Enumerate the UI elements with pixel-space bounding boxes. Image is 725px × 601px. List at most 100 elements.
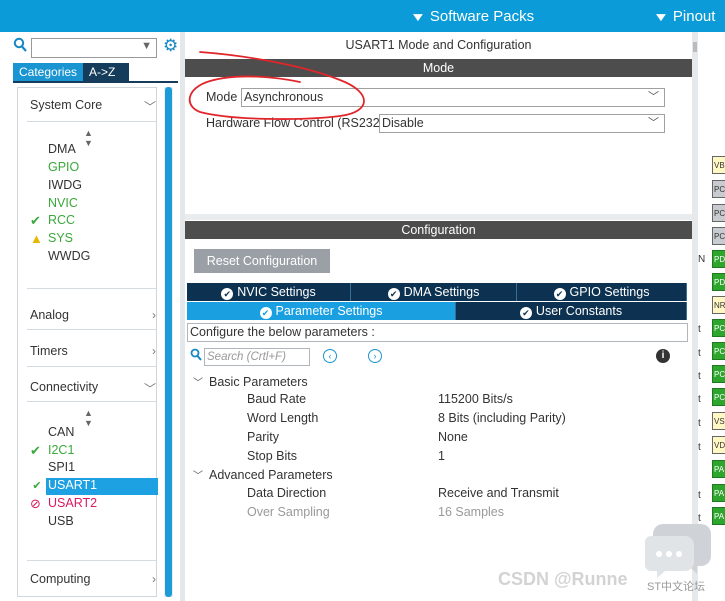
next-result-icon[interactable]: › — [368, 349, 382, 363]
pin[interactable]: PD — [712, 273, 725, 291]
pin[interactable]: PD — [712, 250, 725, 268]
hw-flow-select-value: Disable — [382, 116, 424, 130]
list-item-usb[interactable]: USB — [48, 514, 74, 531]
check-circle-icon: ✔ — [387, 288, 400, 300]
disabled-icon: ⊘ — [30, 496, 41, 511]
search-icon — [190, 348, 202, 365]
param-value[interactable]: Receive and Transmit — [438, 486, 559, 500]
tab-parameter-settings[interactable]: ✔ Parameter Settings — [187, 302, 456, 320]
category-timers[interactable]: Timers › — [30, 344, 156, 362]
pin[interactable]: PC — [712, 180, 725, 198]
category-computing[interactable]: Computing › — [30, 572, 156, 590]
list-item-rcc[interactable]: ✔ RCC — [30, 213, 75, 230]
info-icon[interactable]: i — [656, 349, 670, 363]
chevron-down-icon: ﹀ — [193, 378, 203, 389]
divider — [27, 366, 157, 367]
software-packs-menu[interactable]: ▼ Software Packs — [410, 8, 535, 25]
scrollbar-thumb[interactable] — [693, 42, 697, 52]
list-item-spi1[interactable]: SPI1 — [48, 460, 75, 477]
chevron-right-icon: › — [152, 308, 156, 322]
pin-label-fragment: t — [698, 348, 701, 359]
category-system-core[interactable]: System Core ﹀ — [30, 98, 156, 116]
sort-icon[interactable]: ▲ ▼ — [84, 408, 93, 428]
pin[interactable]: PC — [712, 204, 725, 222]
list-item-iwdg[interactable]: IWDG — [48, 178, 82, 195]
param-label: Baud Rate — [247, 392, 307, 406]
sidebar-search-row: ▼ ⚙ — [13, 36, 178, 58]
list-item-dma[interactable]: DMA — [48, 142, 76, 159]
pin[interactable]: PC — [712, 365, 725, 383]
mode-select[interactable]: Asynchronous ﹀ — [241, 88, 665, 107]
configure-description: Configure the below parameters : — [187, 323, 688, 342]
pin[interactable]: PC — [712, 388, 725, 406]
parameter-search-input[interactable]: Search (Crtl+F) — [204, 348, 310, 366]
check-icon: ✔ — [30, 443, 41, 458]
check-circle-icon: ✔ — [259, 307, 272, 319]
list-item-i2c1[interactable]: ✔ I2C1 — [30, 443, 74, 460]
param-value[interactable]: None — [438, 430, 468, 444]
pin[interactable]: NR — [712, 296, 725, 314]
list-item-usart1[interactable]: ✔ USART1 — [30, 478, 158, 495]
divider — [27, 121, 157, 122]
left-panel: ▼ ⚙ Categories A->Z System Core ﹀ ▲ ▼ DMA… — [0, 32, 180, 601]
tab-gpio-settings[interactable]: ✔ GPIO Settings — [517, 283, 687, 301]
tab-user-constants[interactable]: ✔ User Constants — [456, 302, 687, 320]
pin[interactable]: PA — [712, 484, 725, 502]
advanced-parameters-group[interactable]: ﹀ Advanced Parameters — [193, 467, 333, 482]
warning-icon: ▲ — [30, 231, 43, 246]
gear-icon[interactable]: ⚙ — [163, 36, 178, 56]
tab-atoz[interactable]: A->Z — [83, 63, 130, 81]
chevron-down-icon: ▼ — [652, 9, 670, 24]
category-connectivity[interactable]: Connectivity ﹀ — [30, 380, 156, 398]
check-circle-icon: ✔ — [221, 288, 234, 300]
pin[interactable]: PC — [712, 227, 725, 245]
category-label: Timers — [30, 344, 68, 358]
pin[interactable]: PC — [712, 319, 725, 337]
check-icon: ✔ — [30, 213, 41, 228]
hw-flow-select[interactable]: Disable ﹀ — [379, 114, 665, 133]
category-label: Connectivity — [30, 380, 99, 394]
tab-nvic-settings[interactable]: ✔ NVIC Settings — [187, 283, 351, 301]
sort-icon[interactable]: ▲ ▼ — [84, 128, 93, 148]
pin[interactable]: PA — [712, 460, 725, 478]
param-value[interactable]: 115200 Bits/s — [438, 392, 513, 406]
pin-label-fragment: t — [698, 490, 701, 501]
pin[interactable]: VD — [712, 436, 725, 454]
sidebar-search-input[interactable]: ▼ — [31, 38, 157, 58]
param-value[interactable]: 8 Bits (including Parity) — [438, 411, 566, 425]
tab-dma-settings[interactable]: ✔ DMA Settings — [351, 283, 517, 301]
param-label: Stop Bits — [247, 449, 298, 463]
pin[interactable]: VS — [712, 412, 725, 430]
previous-result-icon[interactable]: ‹ — [323, 349, 337, 363]
main-panel: USART1 Mode and Configuration Mode Mode … — [185, 32, 692, 601]
mode-select-value: Asynchronous — [244, 90, 324, 104]
list-item-nvic[interactable]: NVIC — [48, 196, 78, 213]
sidebar-scrollbar[interactable] — [164, 87, 173, 597]
configuration-section-header: Configuration — [185, 221, 692, 239]
software-packs-label: Software Packs — [429, 8, 535, 25]
list-item-can[interactable]: CAN — [48, 425, 74, 442]
pinout-strip: VB PC PC PC PD PD NR PC PC PC PC VS VD P… — [692, 32, 725, 601]
list-item-gpio[interactable]: GPIO — [48, 160, 79, 177]
category-tabs: Categories A->Z — [13, 63, 130, 81]
list-item-sys[interactable]: ▲ SYS — [30, 231, 73, 248]
chevron-right-icon: › — [152, 344, 156, 358]
list-item-wwdg[interactable]: WWDG — [48, 249, 90, 266]
chevron-down-icon[interactable]: ▼ — [141, 40, 152, 52]
pinout-label: Pinout — [672, 8, 716, 25]
param-value[interactable]: 1 — [438, 449, 445, 463]
divider — [27, 401, 157, 402]
param-label: Data Direction — [247, 486, 327, 500]
pin[interactable]: PC — [712, 342, 725, 360]
reset-configuration-button[interactable]: Reset Configuration — [194, 249, 330, 273]
pin[interactable]: VB — [712, 156, 725, 174]
list-item-usart2[interactable]: ⊘ USART2 — [30, 496, 97, 513]
category-analog[interactable]: Analog › — [30, 308, 156, 326]
basic-parameters-group[interactable]: ﹀ Basic Parameters — [193, 374, 308, 389]
pin-label-fragment: t — [698, 371, 701, 382]
check-circle-icon: ✔ — [519, 307, 532, 319]
tab-categories[interactable]: Categories — [13, 63, 84, 81]
tab-underline — [13, 81, 178, 83]
scrollbar-thumb[interactable] — [165, 87, 172, 597]
pinout-menu[interactable]: ▼ Pinout — [652, 8, 716, 25]
